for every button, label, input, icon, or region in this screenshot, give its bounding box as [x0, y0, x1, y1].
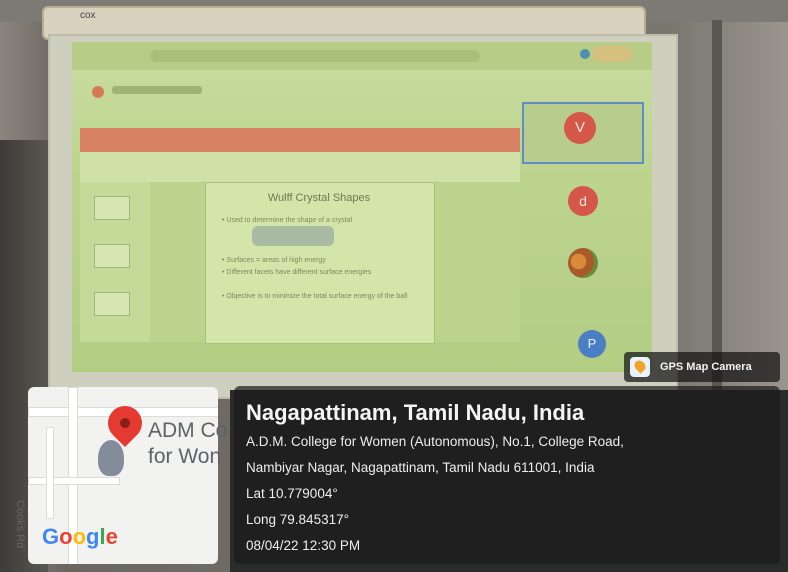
latitude: Lat 10.779004°: [246, 486, 338, 501]
address-line: Nambiyar Nagar, Nagapattinam, Tamil Nadu…: [246, 460, 595, 475]
slide-title: Wulff Crystal Shapes: [267, 192, 371, 204]
participant-avatar: P: [578, 330, 606, 358]
housing-label: cox: [80, 10, 96, 21]
participant-photo-avatar: [568, 248, 598, 278]
browser-profile-icon: [580, 49, 590, 59]
map-place-icon: [98, 440, 124, 476]
meeting-title: [112, 86, 202, 94]
map-place-label-line: for Won: [148, 445, 222, 468]
slide-bullet: • Objective is to minimize the total sur…: [222, 293, 408, 300]
blurred-region: [252, 226, 334, 246]
slide-thumbnail: [94, 292, 130, 316]
participant-avatar: d: [568, 186, 598, 216]
map-road: [46, 427, 54, 519]
map-road: [28, 477, 120, 485]
slide-thumbnail-pane: [80, 182, 150, 342]
map-place-label: ADM Co for Won: [148, 418, 227, 470]
address-line: A.D.M. College for Women (Autonomous), N…: [246, 434, 624, 449]
longitude: Long 79.845317°: [246, 512, 349, 527]
map-pin-center: [120, 418, 130, 428]
map-place-label-line: ADM Co: [148, 419, 228, 442]
slide-bullet: • Used to determine the shape of a cryst…: [222, 217, 353, 224]
slide-thumbnail: [94, 196, 130, 220]
place-title: Nagapattinam, Tamil Nadu, India: [246, 400, 585, 425]
participant-avatar: V: [564, 112, 596, 144]
google-logo: Google: [42, 524, 118, 549]
slide-thumbnail: [94, 244, 130, 268]
app-badge-label: GPS Map Camera: [660, 361, 752, 373]
slide-bullet: • Surfaces = areas of high energy: [222, 257, 326, 264]
slide-bullet: • Different facets have different surfac…: [222, 269, 372, 276]
map-street-label: Cooks Rd: [14, 500, 26, 549]
address-bar: [150, 50, 480, 62]
presentation-titlebar: [80, 128, 520, 152]
timestamp: 08/04/22 12:30 PM: [246, 538, 361, 553]
meeting-logo-icon: [92, 86, 104, 98]
browser-extension-pill: [592, 46, 632, 62]
presentation-ribbon: [80, 152, 520, 182]
